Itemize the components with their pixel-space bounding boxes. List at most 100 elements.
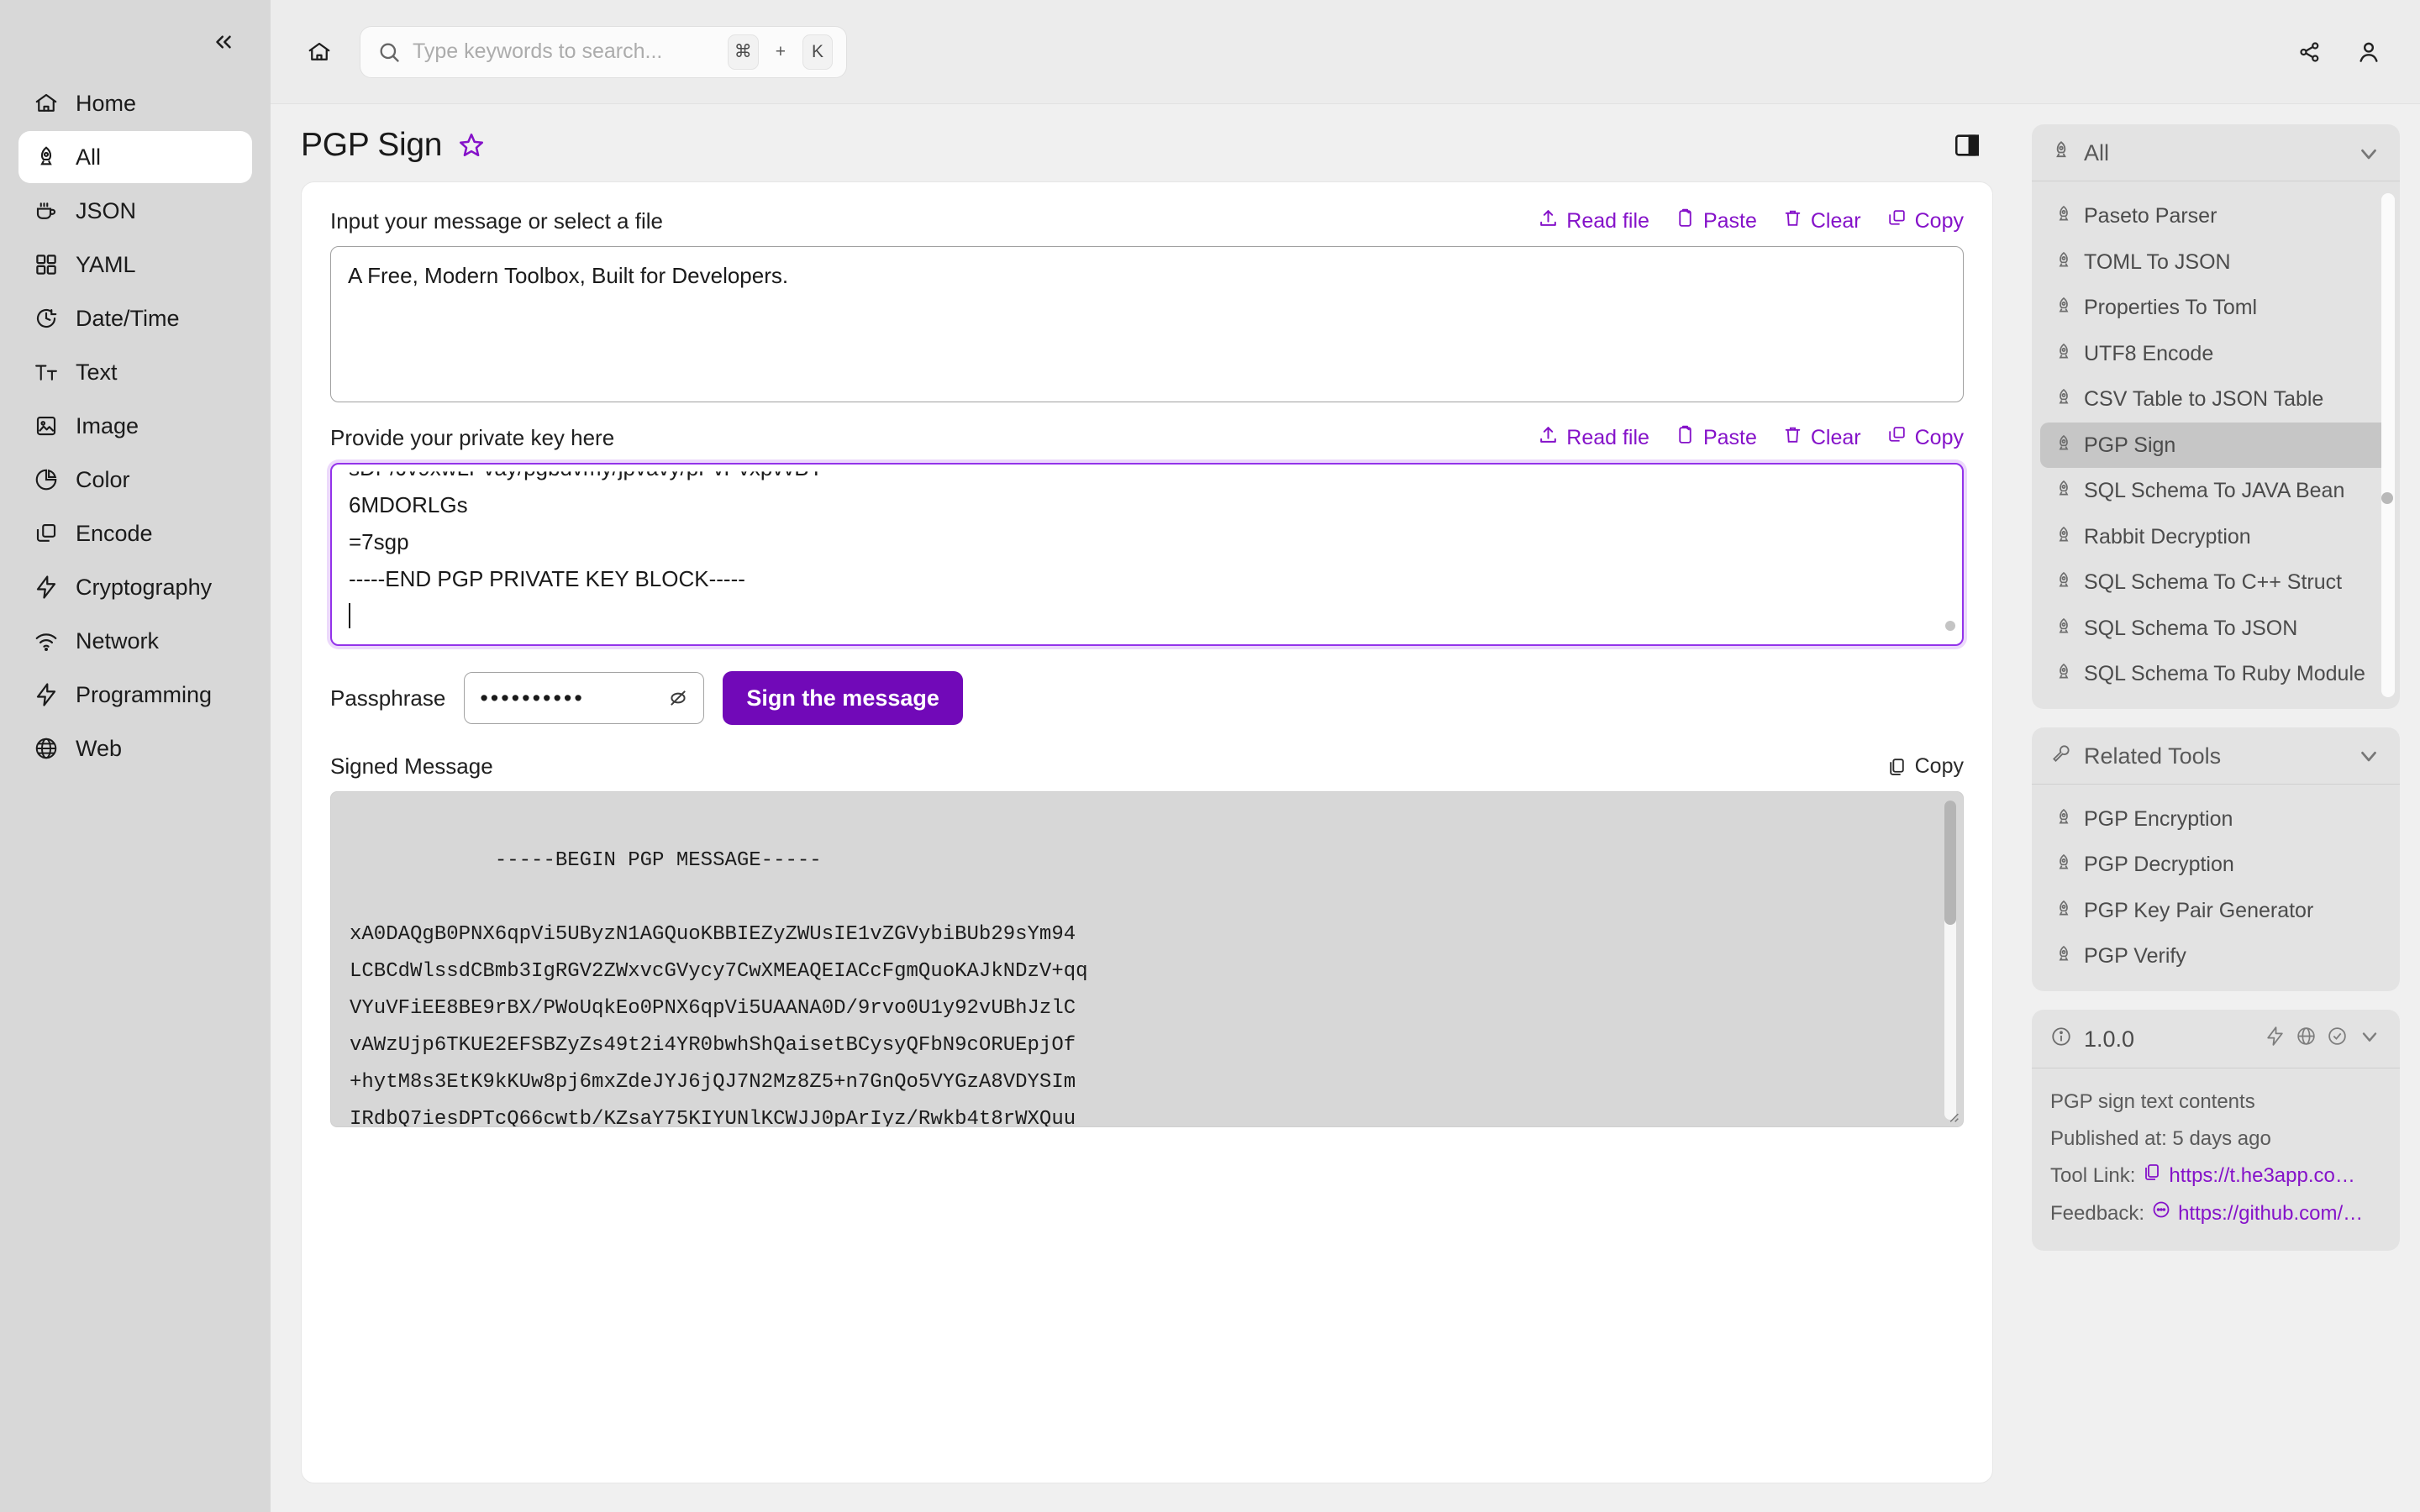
sidebar-item-network[interactable]: Network <box>18 615 252 667</box>
key-scroll-indicator[interactable] <box>1945 621 1955 631</box>
key-field-label: Provide your private key here <box>330 424 615 450</box>
tool-list-item[interactable]: PGP Encryption <box>2040 796 2391 843</box>
sidebar-item-cryptography[interactable]: Cryptography <box>18 561 252 613</box>
sidebar-item-web[interactable]: Web <box>18 722 252 774</box>
msg-clear-button[interactable]: Clear <box>1782 207 1861 234</box>
tool-list-item[interactable]: PGP Decryption <box>2040 842 2391 888</box>
passphrase-value: •••••••••• <box>480 685 585 711</box>
chat-icon[interactable] <box>2151 1195 2171 1232</box>
tool-list-item[interactable]: SQL Schema To JSON <box>2040 606 2391 652</box>
check-circle-icon[interactable] <box>2327 1026 2348 1053</box>
search-input[interactable]: Type keywords to search... ⌘ + K <box>360 25 847 78</box>
bolt-icon[interactable] <box>2265 1026 2286 1053</box>
sidebar-item-label: Encode <box>76 520 153 546</box>
tool-list-item[interactable]: UTF8 Encode <box>2040 331 2391 377</box>
sidebar-item-yaml[interactable]: YAML <box>18 239 252 291</box>
resize-handle[interactable] <box>1943 1106 1961 1125</box>
signed-message-output[interactable]: -----BEGIN PGP MESSAGE----- xA0DAQgB0PNX… <box>330 791 1964 1127</box>
pie-icon <box>34 467 59 492</box>
search-placeholder: Type keywords to search... <box>413 39 663 63</box>
tool-list-item[interactable]: SQL Schema To Ruby Module <box>2040 651 2391 697</box>
signed-message-header: Signed Message Copy <box>330 753 1964 780</box>
sidebar-item-color[interactable]: Color <box>18 454 252 506</box>
rocket-icon <box>2054 204 2074 224</box>
signed-output-scrollbar[interactable] <box>1944 801 1956 1120</box>
key-paste-button[interactable]: Paste <box>1675 424 1757 451</box>
msg-read-file-button[interactable]: Read file <box>1538 207 1649 234</box>
sidebar-item-programming[interactable]: Programming <box>18 669 252 721</box>
user-icon <box>2360 42 2378 62</box>
toggle-passphrase-visibility-button[interactable] <box>665 685 692 711</box>
copy-icon[interactable] <box>2142 1158 2162 1194</box>
key-field-header: Provide your private key here Read file P… <box>330 424 1964 451</box>
kbd-command: ⌘ <box>727 34 759 70</box>
main-column: PGP Sign Input your message or select a … <box>271 104 2023 1512</box>
private-key-textarea[interactable]: sDP/Jv9xwLPvay/pgbdvmy/jpvavy/pPvPvxpvvB… <box>330 463 1964 646</box>
tool-list-item[interactable]: Paseto Parser <box>2040 193 2391 239</box>
related-tools-list: PGP Encryption PGP Decryption PGP Key Pair… <box>2032 785 2400 991</box>
sidebar-item-text[interactable]: Text <box>18 346 252 398</box>
tool-list-item[interactable]: PGP Verify <box>2040 933 2391 979</box>
passphrase-input[interactable]: •••••••••• <box>464 672 705 724</box>
feedback-link[interactable]: https://github.com/… <box>2178 1195 2363 1232</box>
chevron-down-icon[interactable] <box>2356 743 2381 769</box>
sidebar-item-date-time[interactable]: Date/Time <box>18 292 252 344</box>
msg-paste-button[interactable]: Paste <box>1675 207 1757 234</box>
message-textarea[interactable]: A Free, Modern Toolbox, Built for Develo… <box>330 246 1964 402</box>
right-panel-gap <box>2032 1269 2400 1512</box>
tool-list-item[interactable]: Properties To Toml <box>2040 285 2391 331</box>
tool-list-item[interactable]: SQL Schema To C++ Struct <box>2040 559 2391 606</box>
all-tools-scroll-thumb[interactable] <box>2381 492 2393 504</box>
sidebar-item-json[interactable]: JSON <box>18 185 252 237</box>
private-key-line: sDP/Jv9xwLPvay/pgbdvmy/jpvavy/pPvPvxpvvB… <box>349 463 823 480</box>
favorite-button[interactable] <box>455 129 487 161</box>
tool-list-item-label: SQL Schema To C++ Struct <box>2084 570 2343 594</box>
sidebar-item-label: Programming <box>76 681 213 707</box>
key-clear-button[interactable]: Clear <box>1782 424 1861 451</box>
key-copy-button[interactable]: Copy <box>1886 424 1964 451</box>
signed-output-scroll-thumb[interactable] <box>1944 801 1956 925</box>
copy-icon <box>34 521 59 546</box>
account-button[interactable] <box>2346 29 2391 75</box>
sidebar-item-image[interactable]: Image <box>18 400 252 452</box>
trash-icon <box>1782 424 1803 451</box>
tool-list-item[interactable]: Rabbit Decryption <box>2040 514 2391 560</box>
home-button[interactable] <box>297 30 341 74</box>
rocket-icon <box>2054 250 2074 270</box>
tool-list-item[interactable]: PGP Key Pair Generator <box>2040 888 2391 934</box>
related-tools-header[interactable]: Related Tools <box>2032 727 2400 785</box>
globe-icon[interactable] <box>2296 1026 2317 1053</box>
star-icon <box>460 133 484 157</box>
body-split: PGP Sign Input your message or select a … <box>271 104 2420 1512</box>
collapse-sidebar-button[interactable] <box>205 24 242 60</box>
chevron-down-icon[interactable] <box>2356 141 2381 166</box>
share-icon <box>2300 41 2319 62</box>
chevron-down-icon[interactable] <box>2358 1025 2381 1054</box>
copy-signed-message-button[interactable]: Copy <box>1886 754 1964 779</box>
tool-description: PGP sign text contents <box>2050 1089 2255 1113</box>
msg-copy-button[interactable]: Copy <box>1886 207 1964 234</box>
sidebar-item-home[interactable]: Home <box>18 77 252 129</box>
toggle-right-panel-button[interactable] <box>1948 126 1986 165</box>
tool-version: 1.0.0 <box>2084 1026 2135 1052</box>
key-read-file-button[interactable]: Read file <box>1538 424 1649 451</box>
tool-list-item-label: PGP Sign <box>2084 433 2176 457</box>
all-tools-scrollbar[interactable] <box>2381 193 2395 697</box>
action-label: Paste <box>1702 208 1757 233</box>
tool-list-item[interactable]: SQL Schema To JAVA Bean <box>2040 468 2391 514</box>
all-tools-header[interactable]: All <box>2032 124 2400 181</box>
share-button[interactable] <box>2287 29 2333 75</box>
tool-list-item[interactable]: TOML To JSON <box>2040 239 2391 286</box>
action-label: Copy <box>1914 425 1964 449</box>
tool-link[interactable]: https://t.he3app.co… <box>2169 1158 2354 1194</box>
tool-list-item[interactable]: PGP Sign <box>2040 422 2391 468</box>
right-panel: All Paseto Parser TOML To JSON Properties … <box>2023 104 2420 1512</box>
grid-icon <box>34 252 59 277</box>
message-field-label: Input your message or select a file <box>330 207 663 234</box>
sidebar-item-all[interactable]: All <box>18 131 252 183</box>
tool-list-item[interactable]: CSV Table to JSON Table <box>2040 376 2391 423</box>
all-tools-list-wrap: Paseto Parser TOML To JSON Properties To T… <box>2032 181 2400 709</box>
rocket-icon <box>2054 387 2074 407</box>
sidebar-item-encode[interactable]: Encode <box>18 507 252 559</box>
sign-message-button[interactable]: Sign the message <box>723 671 963 725</box>
